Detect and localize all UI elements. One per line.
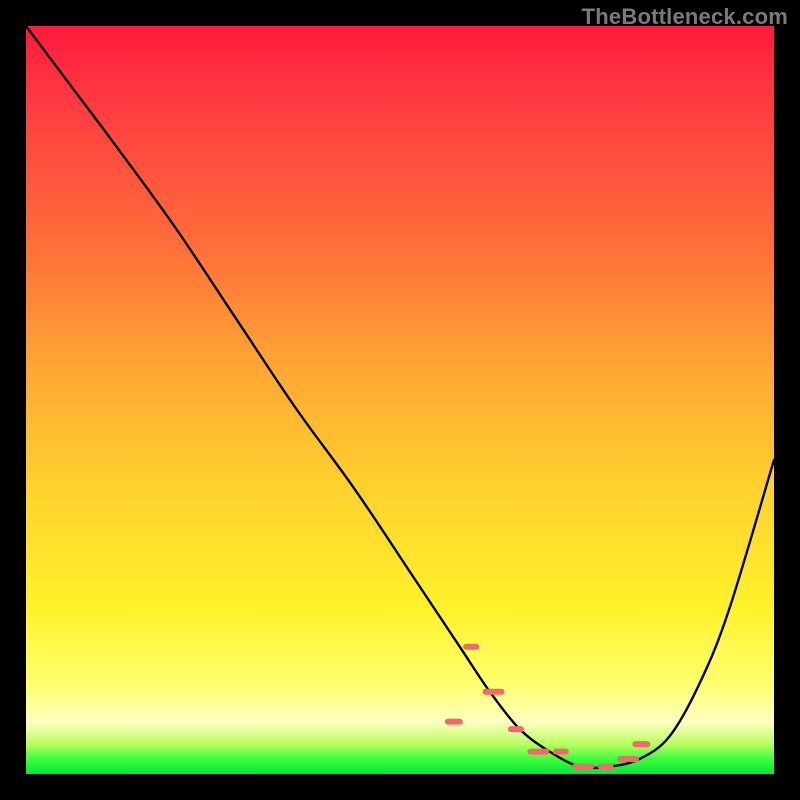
plot-gradient-background <box>26 26 774 774</box>
watermark-text: TheBottleneck.com <box>582 4 788 30</box>
plot-outer-border <box>26 26 774 774</box>
chart-frame: TheBottleneck.com <box>0 0 800 800</box>
